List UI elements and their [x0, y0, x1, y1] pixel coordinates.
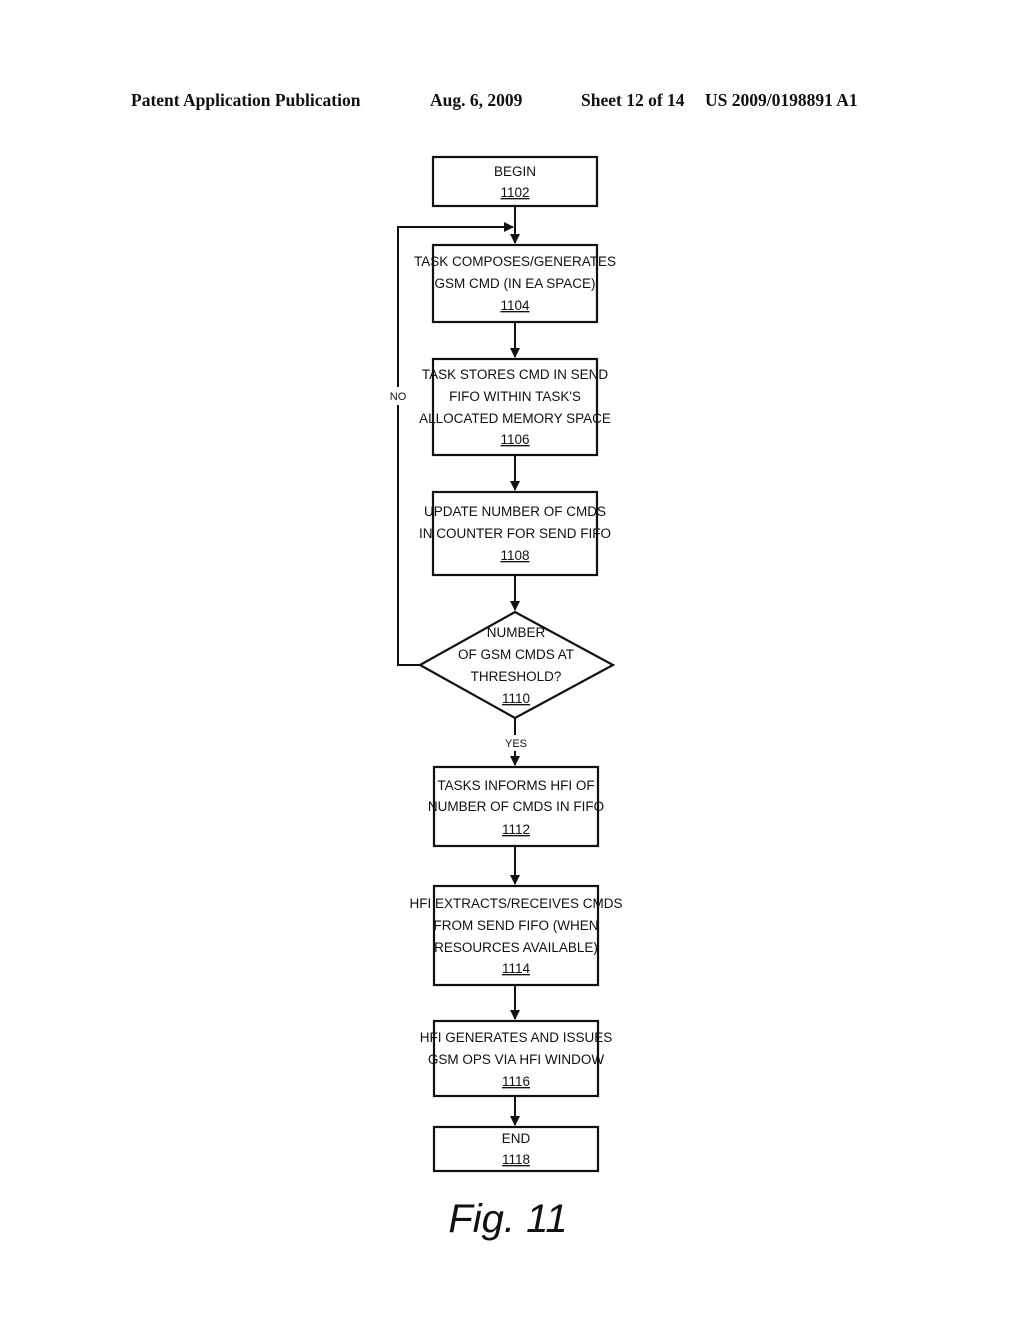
node-process-1104: TASK COMPOSES/GENERATES GSM CMD (IN EA S…	[414, 243, 616, 324]
node-ref: 1110	[502, 691, 530, 706]
node-ref: 1112	[502, 822, 530, 837]
node-text: FROM SEND FIFO (WHEN	[434, 918, 599, 933]
node-process-1114: HFI EXTRACTS/RECEIVES CMDS FROM SEND FIF…	[409, 884, 623, 987]
node-text: BEGIN	[494, 164, 536, 179]
node-decision-1110: NUMBER OF GSM CMDS AT THRESHOLD? 1110	[417, 610, 616, 720]
yes-label: YES	[505, 738, 527, 750]
node-text: HFI GENERATES AND ISSUES	[420, 1030, 613, 1045]
node-ref: 1104	[500, 298, 530, 313]
node-end-1118: END 1118	[432, 1125, 600, 1173]
node-ref: 1116	[502, 1074, 530, 1089]
node-text: NUMBER OF CMDS IN FIFO	[428, 799, 604, 814]
node-text: ALLOCATED MEMORY SPACE	[419, 411, 611, 426]
node-process-1112: TASKS INFORMS HFI OF NUMBER OF CMDS IN F…	[428, 765, 604, 848]
node-ref: 1106	[500, 432, 529, 447]
node-ref: 1114	[502, 961, 531, 976]
node-text: TASKS INFORMS HFI OF	[437, 778, 594, 793]
node-text: FIFO WITHIN TASK'S	[449, 389, 581, 404]
node-process-1106: TASK STORES CMD IN SEND FIFO WITHIN TASK…	[419, 357, 611, 457]
node-ref: 1102	[500, 185, 529, 200]
node-text: OF GSM CMDS AT	[458, 647, 574, 662]
node-text: END	[502, 1131, 531, 1146]
node-begin-1102: BEGIN 1102	[431, 155, 599, 208]
node-text: THRESHOLD?	[471, 669, 562, 684]
node-text: NUMBER	[487, 625, 546, 640]
node-text: UPDATE NUMBER OF CMDS	[424, 504, 606, 519]
flowchart: NO YES BEGIN 1102 TASK COMPOSES/GENERATE…	[388, 155, 623, 1241]
node-process-1116: HFI GENERATES AND ISSUES GSM OPS VIA HFI…	[420, 1019, 613, 1098]
no-label: NO	[390, 391, 407, 403]
node-ref: 1118	[502, 1152, 530, 1167]
node-text: TASK STORES CMD IN SEND	[422, 367, 609, 382]
node-text: HFI EXTRACTS/RECEIVES CMDS	[409, 896, 622, 911]
node-text: RESOURCES AVAILABLE)	[434, 940, 598, 955]
node-text: TASK COMPOSES/GENERATES	[414, 254, 616, 269]
node-text: GSM OPS VIA HFI WINDOW	[428, 1052, 605, 1067]
node-ref: 1108	[500, 548, 529, 563]
figure-label: Fig. 11	[448, 1197, 567, 1241]
node-text: IN COUNTER FOR SEND FIFO	[419, 526, 611, 541]
node-process-1108: UPDATE NUMBER OF CMDS IN COUNTER FOR SEN…	[419, 490, 611, 577]
node-text: GSM CMD (IN EA SPACE)	[434, 276, 595, 291]
